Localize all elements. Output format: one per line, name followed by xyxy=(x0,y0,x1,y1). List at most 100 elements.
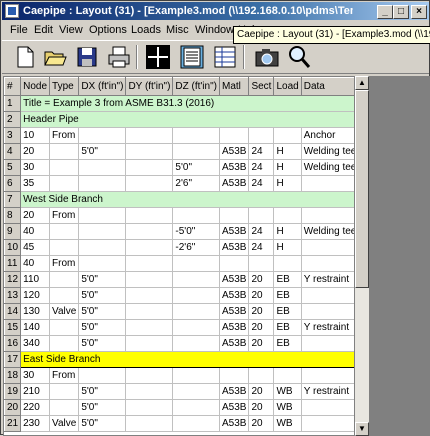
matl-cell[interactable]: A53B xyxy=(218,303,250,320)
type-cell[interactable] xyxy=(49,399,80,416)
col-header-node[interactable]: Node xyxy=(20,77,51,96)
load-cell[interactable] xyxy=(273,207,302,224)
col-header-type[interactable]: Type xyxy=(49,77,80,96)
sect-cell[interactable]: 24 xyxy=(248,223,275,240)
node-cell[interactable]: 230 xyxy=(20,415,51,432)
table-row[interactable]: 15 140 5'0" A53B 20 EB Y restraint xyxy=(4,319,354,336)
data-cell[interactable] xyxy=(300,367,354,384)
vertical-scrollbar[interactable]: ▲ ▼ xyxy=(355,76,369,436)
data-cell[interactable]: Anchor xyxy=(300,127,354,144)
dz-cell[interactable] xyxy=(172,319,220,336)
row-number-cell[interactable]: 21 xyxy=(4,415,22,432)
matl-cell[interactable] xyxy=(218,207,250,224)
row-number-cell[interactable]: 10 xyxy=(4,239,22,256)
dy-cell[interactable] xyxy=(125,383,174,400)
dx-cell[interactable] xyxy=(78,175,127,192)
node-cell[interactable]: 20 xyxy=(20,207,51,224)
zoom-magnifier-icon[interactable] xyxy=(286,44,312,70)
matl-cell[interactable]: A53B xyxy=(218,175,250,192)
app-icon[interactable] xyxy=(5,4,19,18)
table-row[interactable]: 21 230 Valve 5'0" A53B 20 WB xyxy=(4,415,354,432)
matl-cell[interactable] xyxy=(218,127,250,144)
dy-cell[interactable] xyxy=(125,367,174,384)
matl-cell[interactable] xyxy=(218,367,250,384)
sect-cell[interactable]: 20 xyxy=(248,319,275,336)
matl-cell[interactable]: A53B xyxy=(218,239,250,256)
row-number-cell[interactable]: 13 xyxy=(4,287,22,304)
matl-cell[interactable]: A53B xyxy=(218,287,250,304)
matl-cell[interactable] xyxy=(218,255,250,272)
table-row[interactable]: 19 210 5'0" A53B 20 WB Y restraint xyxy=(4,383,354,400)
dz-cell[interactable] xyxy=(172,207,220,224)
col-header-sect[interactable]: Sect xyxy=(248,77,275,96)
row-number-cell[interactable]: 14 xyxy=(4,303,22,320)
dx-cell[interactable] xyxy=(78,159,127,176)
type-cell[interactable] xyxy=(49,287,80,304)
row-number-cell[interactable]: 7 xyxy=(4,191,22,208)
data-cell[interactable]: Welding tee xyxy=(300,223,354,240)
list-view-icon[interactable] xyxy=(212,44,238,70)
table-row[interactable]: 3 10 From Anchor xyxy=(4,127,354,144)
type-cell[interactable]: From xyxy=(49,207,80,224)
row-number-cell[interactable]: 16 xyxy=(4,335,22,352)
dz-cell[interactable]: -2'6" xyxy=(172,239,220,256)
table-row[interactable]: 18 30 From xyxy=(4,367,354,384)
menu-edit[interactable]: Edit xyxy=(34,21,53,39)
type-cell[interactable] xyxy=(49,223,80,240)
type-cell[interactable]: From xyxy=(49,367,80,384)
load-cell[interactable]: H xyxy=(273,159,302,176)
sect-cell[interactable]: 20 xyxy=(248,415,275,432)
row-number-cell[interactable]: 11 xyxy=(4,255,22,272)
matl-cell[interactable]: A53B xyxy=(218,415,250,432)
dz-cell[interactable] xyxy=(172,383,220,400)
section-row[interactable]: 7 West Side Branch xyxy=(4,191,354,208)
load-cell[interactable]: WB xyxy=(273,383,302,400)
matl-cell[interactable]: A53B xyxy=(218,271,250,288)
dx-cell[interactable] xyxy=(78,207,127,224)
dz-cell[interactable] xyxy=(172,271,220,288)
dz-cell[interactable] xyxy=(172,399,220,416)
dy-cell[interactable] xyxy=(125,255,174,272)
dz-cell[interactable] xyxy=(172,367,220,384)
type-cell[interactable] xyxy=(49,335,80,352)
node-cell[interactable]: 210 xyxy=(20,383,51,400)
data-cell[interactable] xyxy=(300,175,354,192)
sect-cell[interactable] xyxy=(248,255,275,272)
dy-cell[interactable] xyxy=(125,287,174,304)
scroll-thumb[interactable] xyxy=(355,90,369,288)
dx-cell[interactable]: 5'0" xyxy=(78,415,127,432)
data-cell[interactable] xyxy=(300,239,354,256)
sect-cell[interactable]: 20 xyxy=(248,383,275,400)
row-number-cell[interactable]: 20 xyxy=(4,399,22,416)
dz-cell[interactable]: 5'0" xyxy=(172,159,220,176)
dz-cell[interactable] xyxy=(172,143,220,160)
dy-cell[interactable] xyxy=(125,271,174,288)
data-cell[interactable] xyxy=(300,255,354,272)
col-header-matl[interactable]: Matl xyxy=(218,77,250,96)
node-cell[interactable]: 130 xyxy=(20,303,51,320)
node-cell[interactable]: 45 xyxy=(20,239,51,256)
col-header-data[interactable]: Data xyxy=(300,77,354,96)
dy-cell[interactable] xyxy=(125,143,174,160)
type-cell[interactable] xyxy=(49,239,80,256)
dy-cell[interactable] xyxy=(125,415,174,432)
dy-cell[interactable] xyxy=(125,319,174,336)
dy-cell[interactable] xyxy=(125,239,174,256)
row-number-cell[interactable]: 3 xyxy=(4,127,22,144)
load-cell[interactable]: EB xyxy=(273,271,302,288)
menu-window[interactable]: Window xyxy=(195,21,234,39)
row-number-cell[interactable]: 19 xyxy=(4,383,22,400)
dz-cell[interactable] xyxy=(172,127,220,144)
row-number-cell[interactable]: 5 xyxy=(4,159,22,176)
row-number-cell[interactable]: 9 xyxy=(4,223,22,240)
dx-cell[interactable]: 5'0" xyxy=(78,303,127,320)
row-number-cell[interactable]: 12 xyxy=(4,271,22,288)
dy-cell[interactable] xyxy=(125,303,174,320)
graphics-cross-icon[interactable] xyxy=(145,44,171,70)
table-row[interactable]: 11 40 From xyxy=(4,255,354,272)
sect-cell[interactable]: 24 xyxy=(248,143,275,160)
data-cell[interactable]: Welding tee xyxy=(300,143,354,160)
table-row[interactable]: 20 220 5'0" A53B 20 WB xyxy=(4,399,354,416)
row-number-cell[interactable]: 6 xyxy=(4,175,22,192)
load-cell[interactable]: H xyxy=(273,239,302,256)
